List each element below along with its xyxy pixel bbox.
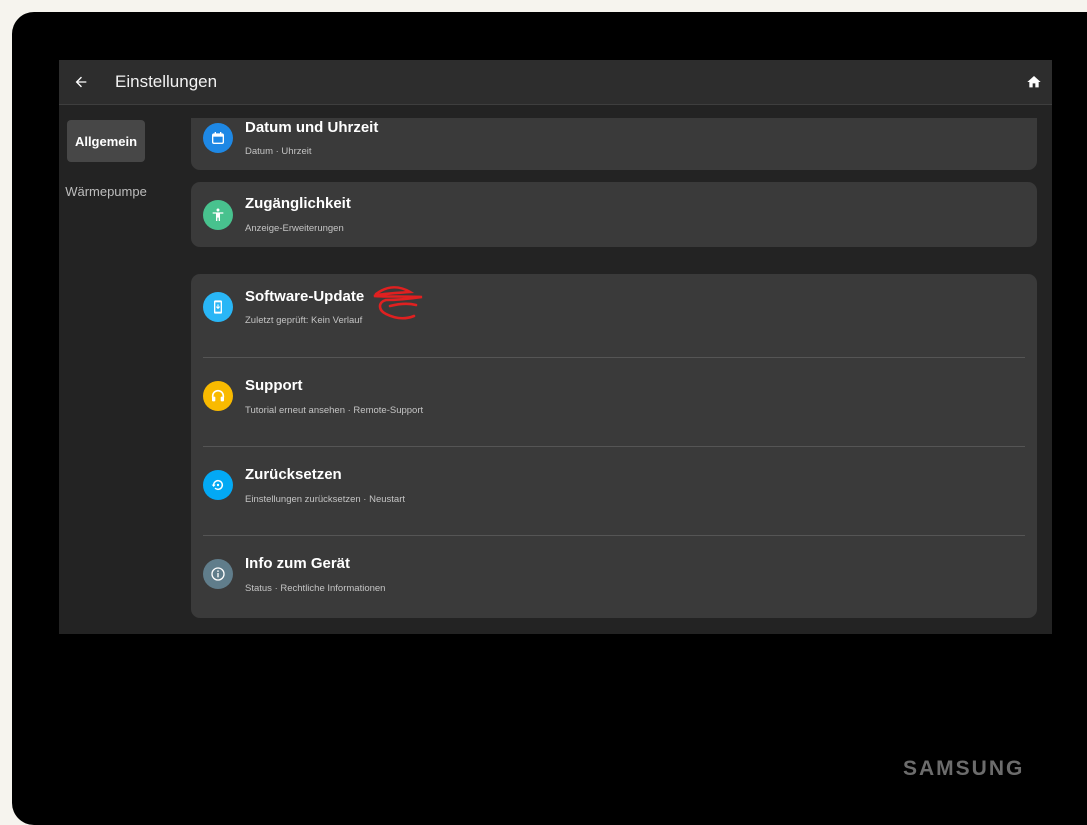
top-app-bar: Einstellungen	[59, 60, 1052, 105]
row-subtitle: Anzeige-Erweiterungen	[245, 223, 344, 234]
sidebar-item-allgemein[interactable]: Allgemein	[67, 120, 145, 162]
sidebar-item-label: Allgemein	[74, 133, 138, 149]
row-subtitle: Einstellungen zurücksetzen · Neustart	[245, 494, 405, 505]
row-subtitle: Zuletzt geprüft: Kein Verlauf	[245, 315, 363, 326]
settings-card-accessibility: Zugänglichkeit Anzeige-Erweiterungen	[191, 182, 1037, 247]
sidebar-item-waermepumpe[interactable]: Wärmepumpe	[65, 171, 147, 211]
settings-row-accessibility[interactable]: Zugänglichkeit Anzeige-Erweiterungen	[191, 182, 1037, 247]
home-icon	[1027, 76, 1041, 88]
settings-row-software-update[interactable]: Software-Update Zuletzt geprüft: Kein Ve…	[191, 274, 1037, 357]
system-update-icon	[203, 292, 233, 322]
page-title: Einstellungen	[115, 72, 218, 91]
home-button[interactable]	[1020, 68, 1048, 96]
row-title: Zugänglichkeit	[245, 195, 351, 212]
settings-card-system: Software-Update Zuletzt geprüft: Kein Ve…	[191, 274, 1037, 618]
annotation-scribble	[373, 286, 423, 320]
headset-icon	[203, 381, 233, 411]
screen: Einstellungen Allgemein Wärmepumpe Datum…	[59, 60, 1052, 634]
samsung-logo: SAMSUNG	[903, 757, 1025, 780]
row-subtitle: Tutorial erneut ansehen · Remote-Support	[245, 405, 424, 416]
row-title: Software-Update	[245, 288, 365, 305]
settings-row-support[interactable]: Support Tutorial erneut ansehen · Remote…	[191, 358, 1037, 446]
settings-row-device-info[interactable]: Info zum Gerät Status · Rechtliche Infor…	[191, 536, 1037, 618]
info-icon	[203, 559, 233, 589]
settings-row-reset[interactable]: Zurücksetzen Einstellungen zurücksetzen …	[191, 447, 1037, 535]
settings-row-date-time[interactable]: Datum und Uhrzeit Datum · Uhrzeit	[191, 118, 1037, 170]
calendar-icon	[203, 123, 233, 153]
sidebar-item-label: Wärmepumpe	[65, 183, 147, 199]
row-subtitle: Datum · Uhrzeit	[245, 146, 312, 157]
back-button[interactable]	[67, 68, 95, 96]
row-title: Datum und Uhrzeit	[245, 119, 379, 136]
row-subtitle: Status · Rechtliche Informationen	[245, 583, 386, 594]
accessibility-icon	[203, 200, 233, 230]
row-title: Info zum Gerät	[245, 555, 351, 572]
settings-list: Datum und Uhrzeit Datum · Uhrzeit Zugäng…	[191, 118, 1037, 634]
restore-icon	[203, 470, 233, 500]
arrow-back-icon	[75, 76, 87, 88]
row-title: Zurücksetzen	[245, 466, 342, 483]
row-title: Support	[245, 377, 303, 394]
settings-card-date: Datum und Uhrzeit Datum · Uhrzeit	[191, 118, 1037, 170]
